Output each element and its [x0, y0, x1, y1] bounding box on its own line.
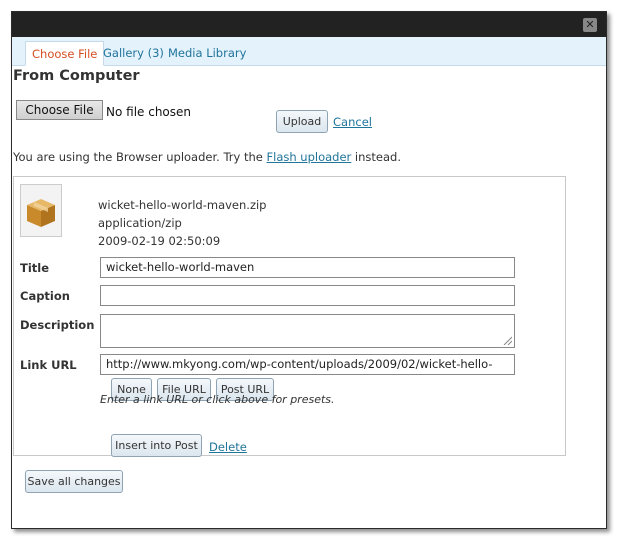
link-url-label: Link URL: [20, 358, 77, 372]
package-icon: [27, 199, 55, 227]
uploader-message-prefix: You are using the Browser uploader. Try …: [13, 150, 267, 164]
uploader-message-suffix: instead.: [351, 150, 401, 164]
description-textarea[interactable]: [100, 314, 515, 348]
tab-bar: Choose File Gallery (3) Media Library: [12, 37, 606, 66]
tab-media-library[interactable]: Media Library: [162, 41, 252, 66]
title-label: Title: [20, 261, 50, 275]
uploader-message: You are using the Browser uploader. Try …: [13, 150, 401, 164]
section-heading: From Computer: [13, 68, 140, 84]
insert-into-post-button[interactable]: Insert into Post: [111, 434, 202, 457]
file-name: wicket-hello-world-maven.zip: [98, 198, 267, 212]
delete-link[interactable]: Delete: [209, 440, 247, 454]
title-input[interactable]: wicket-hello-world-maven: [100, 257, 515, 278]
tab-choose-file[interactable]: Choose File: [25, 41, 105, 66]
save-all-changes-button[interactable]: Save all changes: [25, 470, 123, 493]
file-mime: application/zip: [98, 216, 182, 230]
close-icon[interactable]: ✕: [583, 18, 597, 32]
file-date: 2009-02-19 02:50:09: [98, 234, 221, 248]
flash-uploader-link[interactable]: Flash uploader: [267, 150, 352, 164]
link-url-input[interactable]: http://www.mkyong.com/wp-content/uploads…: [100, 354, 515, 375]
caption-input[interactable]: [100, 285, 515, 306]
choose-file-button[interactable]: Choose File: [16, 100, 103, 120]
tab-gallery[interactable]: Gallery (3): [97, 41, 170, 66]
file-thumbnail: [20, 184, 62, 237]
link-url-hint: Enter a link URL or click above for pres…: [100, 393, 335, 406]
description-label: Description: [20, 318, 95, 332]
resize-grip-icon[interactable]: [502, 335, 512, 345]
cancel-link[interactable]: Cancel: [333, 115, 372, 129]
caption-label: Caption: [20, 289, 70, 303]
no-file-status: No file chosen: [106, 105, 192, 119]
upload-button[interactable]: Upload: [276, 110, 328, 133]
dialog-titlebar: ✕: [12, 12, 606, 37]
